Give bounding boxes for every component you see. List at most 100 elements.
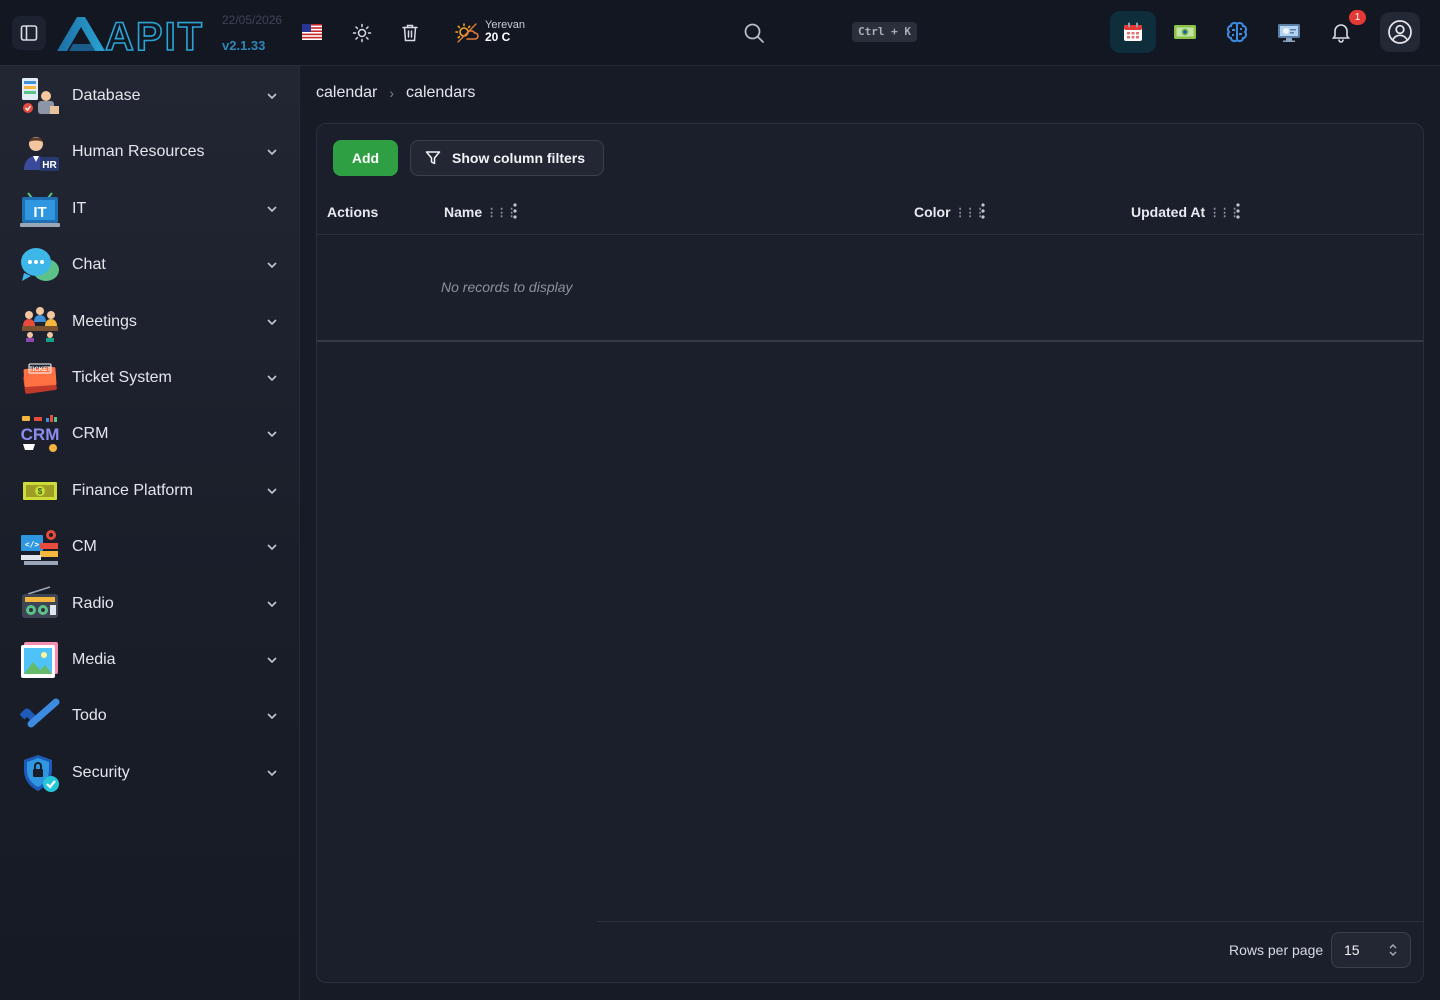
column-menu-icon[interactable] (981, 202, 985, 220)
calendar-app-button[interactable] (1110, 11, 1156, 53)
column-header-actions: Actions (327, 204, 379, 220)
hr-icon: HR (20, 132, 60, 172)
sidebar-toggle-button[interactable] (12, 16, 46, 50)
apit-logo-icon: APIT (57, 14, 204, 60)
breadcrumb-separator-icon: › (389, 85, 395, 101)
sidebar-item-chat[interactable]: Chat (0, 239, 300, 291)
chevron-down-icon (267, 657, 277, 664)
todo-icon (20, 696, 60, 736)
chevron-down-icon (267, 149, 277, 156)
clear-cache-button[interactable] (399, 22, 421, 44)
security-icon (20, 753, 60, 793)
empty-table-message: No records to display (441, 279, 573, 295)
app-version: v2.1.33 (222, 38, 266, 53)
sidebar-item-cm[interactable]: </> CM (0, 521, 300, 573)
sidebar-item-human-resources[interactable]: HR Human Resources (0, 126, 300, 178)
chevron-down-icon (267, 713, 277, 720)
sidebar-item-media[interactable]: Media (0, 634, 300, 686)
sidebar-item-crm[interactable]: CRM CRM (0, 408, 300, 460)
footer-divider (597, 921, 1423, 922)
it-icon: IT (20, 189, 60, 229)
finance-app-button[interactable] (1162, 11, 1208, 53)
column-header-name[interactable]: Name ⋮⋮⋮ (444, 204, 517, 220)
svg-text:TICKET: TICKET (29, 367, 51, 373)
search-icon (744, 23, 764, 43)
filter-button-label: Show column filters (452, 150, 586, 166)
chevron-down-icon (267, 431, 277, 438)
breadcrumb-item-calendar[interactable]: calendar (316, 84, 377, 102)
svg-text:HR: HR (42, 160, 57, 171)
column-header-updated-at[interactable]: Updated At ⋮⋮⋮ (1131, 204, 1240, 220)
sidebar-item-label: Meetings (72, 313, 137, 330)
trash-icon (402, 24, 418, 42)
drag-handle-icon[interactable]: ⋮⋮⋮ (1209, 206, 1240, 219)
chevron-down-icon (267, 262, 277, 269)
sidebar-item-label: Database (72, 87, 141, 104)
finance-app-icon (1174, 25, 1196, 39)
monitor-app-icon (1278, 24, 1300, 42)
monitor-app-button[interactable] (1266, 11, 1312, 53)
calendar-app-icon (1124, 22, 1142, 41)
notification-badge: 1 (1349, 10, 1366, 25)
sidebar-item-label: Security (72, 764, 130, 781)
logo-text: APIT (105, 15, 204, 54)
calendars-table-card: Add Show column filters Actions Name ⋮⋮⋮… (316, 123, 1424, 983)
chevron-down-icon (267, 93, 277, 100)
bell-icon (1331, 24, 1351, 43)
sidebar-item-label: CRM (72, 425, 109, 442)
us-flag-icon (302, 24, 322, 40)
sidebar-item-finance-platform[interactable]: $ Finance Platform (0, 465, 300, 517)
build-date: 22/05/2026 (222, 13, 283, 27)
language-button[interactable] (302, 24, 322, 40)
profile-button[interactable] (1380, 12, 1420, 52)
finance-icon: $ (20, 471, 60, 511)
sidebar-item-todo[interactable]: Todo (0, 690, 300, 742)
chevron-down-icon (267, 770, 277, 777)
sidebar-item-label: Todo (72, 707, 107, 724)
search-shortcut-hint: Ctrl + K (852, 22, 917, 42)
sidebar-item-security[interactable]: Security (0, 747, 300, 799)
meetings-icon (20, 302, 60, 342)
search-button[interactable] (742, 21, 766, 45)
weather-widget[interactable] (455, 22, 479, 49)
chevron-down-icon (267, 206, 277, 213)
show-column-filters-button[interactable]: Show column filters (410, 140, 604, 176)
sidebar-item-database[interactable]: Database (0, 70, 300, 122)
top-bar: APIT 22/05/2026 v2.1.33 Yerevan 20 C Ctr… (0, 0, 1440, 66)
svg-text:$: $ (38, 487, 43, 496)
drag-handle-icon[interactable]: ⋮⋮⋮ (486, 206, 517, 219)
column-menu-icon[interactable] (1236, 202, 1240, 220)
sidebar-item-ticket-system[interactable]: TICKET Ticket System (0, 352, 300, 404)
weather-temp: 20 C (485, 30, 511, 44)
sidebar-item-radio[interactable]: Radio (0, 578, 300, 630)
chevron-down-icon (267, 601, 277, 608)
sidebar-item-meetings[interactable]: Meetings (0, 296, 300, 348)
ai-brain-icon (1226, 21, 1248, 43)
sidebar-item-label: Finance Platform (72, 482, 193, 499)
ai-app-button[interactable] (1214, 11, 1260, 53)
rows-per-page-value: 15 (1344, 942, 1360, 958)
svg-text:</>: </> (25, 540, 40, 549)
chevron-down-icon (267, 319, 277, 326)
breadcrumb-item-calendars: calendars (406, 84, 476, 101)
theme-toggle-button[interactable] (351, 22, 373, 44)
rows-per-page-select[interactable]: 15 (1331, 932, 1411, 968)
ticket-icon: TICKET (20, 358, 60, 398)
app-logo[interactable]: APIT (55, 14, 215, 60)
table-header: Actions Name ⋮⋮⋮ Color ⋮⋮⋮ Updated At ⋮⋮… (317, 188, 1423, 235)
user-circle-icon (1388, 20, 1412, 44)
select-arrows-icon (1389, 944, 1397, 956)
sidebar-item-label: IT (72, 200, 87, 217)
table-body-divider (317, 340, 1423, 342)
sidebar-item-label: CM (72, 538, 97, 555)
column-header-color[interactable]: Color ⋮⋮⋮ (914, 204, 986, 220)
add-button[interactable]: Add (333, 140, 398, 176)
breadcrumb: calendar › calendars (316, 84, 475, 102)
sidebar-item-it[interactable]: IT IT (0, 183, 300, 235)
sidebar-item-label: Ticket System (72, 369, 172, 386)
sun-icon (352, 23, 372, 43)
svg-text:IT: IT (33, 204, 46, 221)
radio-icon (20, 584, 60, 624)
column-menu-icon[interactable] (513, 202, 517, 220)
sidebar-item-label: Media (72, 651, 116, 668)
